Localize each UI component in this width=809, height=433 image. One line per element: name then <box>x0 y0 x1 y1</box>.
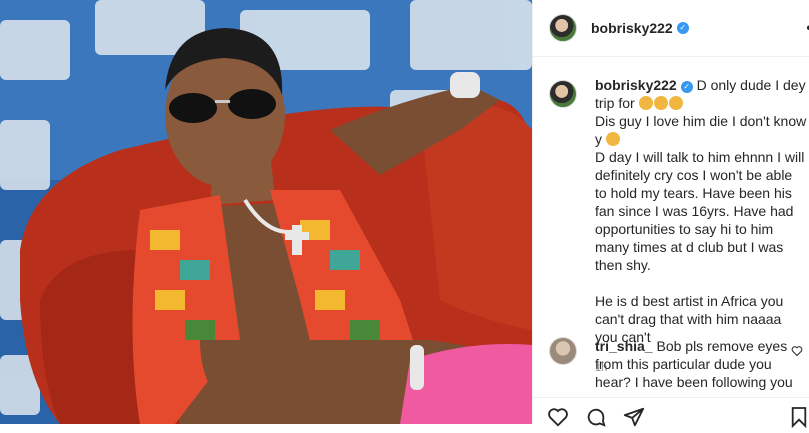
commenter-avatar[interactable] <box>549 337 577 365</box>
verified-icon: ✓ <box>680 81 693 93</box>
author-username[interactable]: bobrisky222 <box>591 20 673 36</box>
emoji-icon <box>605 132 620 146</box>
caption-text: D day I will talk to him ehnnn I will de… <box>595 149 805 345</box>
small-heart-icon[interactable] <box>791 345 803 357</box>
verified-icon: ✓ <box>676 22 689 34</box>
emoji-icon <box>638 96 653 110</box>
comment-item: tri_shia_ Bob pls remove eyes from this … <box>549 337 807 391</box>
commenter-username[interactable]: tri_shia_ <box>595 338 653 354</box>
bookmark-icon[interactable] <box>790 406 808 433</box>
emoji-icon <box>668 96 683 110</box>
post-photo[interactable] <box>0 0 532 424</box>
heart-icon[interactable] <box>547 406 569 433</box>
author-avatar[interactable] <box>549 14 577 42</box>
caption-body: bobrisky222 ✓ D only dude I dey trip for … <box>595 76 807 377</box>
post-side-panel: bobrisky222 ✓ • bobrisky222✓ D only dude… <box>532 0 809 429</box>
post-header: bobrisky222 ✓ • <box>533 0 809 57</box>
caption-username[interactable]: bobrisky222 <box>595 77 677 93</box>
emoji-icon <box>653 96 668 110</box>
post-photo-illustration <box>0 0 532 424</box>
share-icon[interactable] <box>623 406 645 433</box>
instagram-post-view: bobrisky222 ✓ • bobrisky222✓ D only dude… <box>0 0 809 429</box>
comment-icon[interactable] <box>585 406 607 433</box>
post-caption: bobrisky222 ✓ D only dude I dey trip for … <box>549 76 807 377</box>
caption-line-2: Dis guy I love him die I don't know y <box>595 113 807 147</box>
caption-author-avatar[interactable] <box>549 80 577 108</box>
post-actions-bar <box>533 397 809 429</box>
comment-body: tri_shia_ Bob pls remove eyes from this … <box>595 337 803 391</box>
